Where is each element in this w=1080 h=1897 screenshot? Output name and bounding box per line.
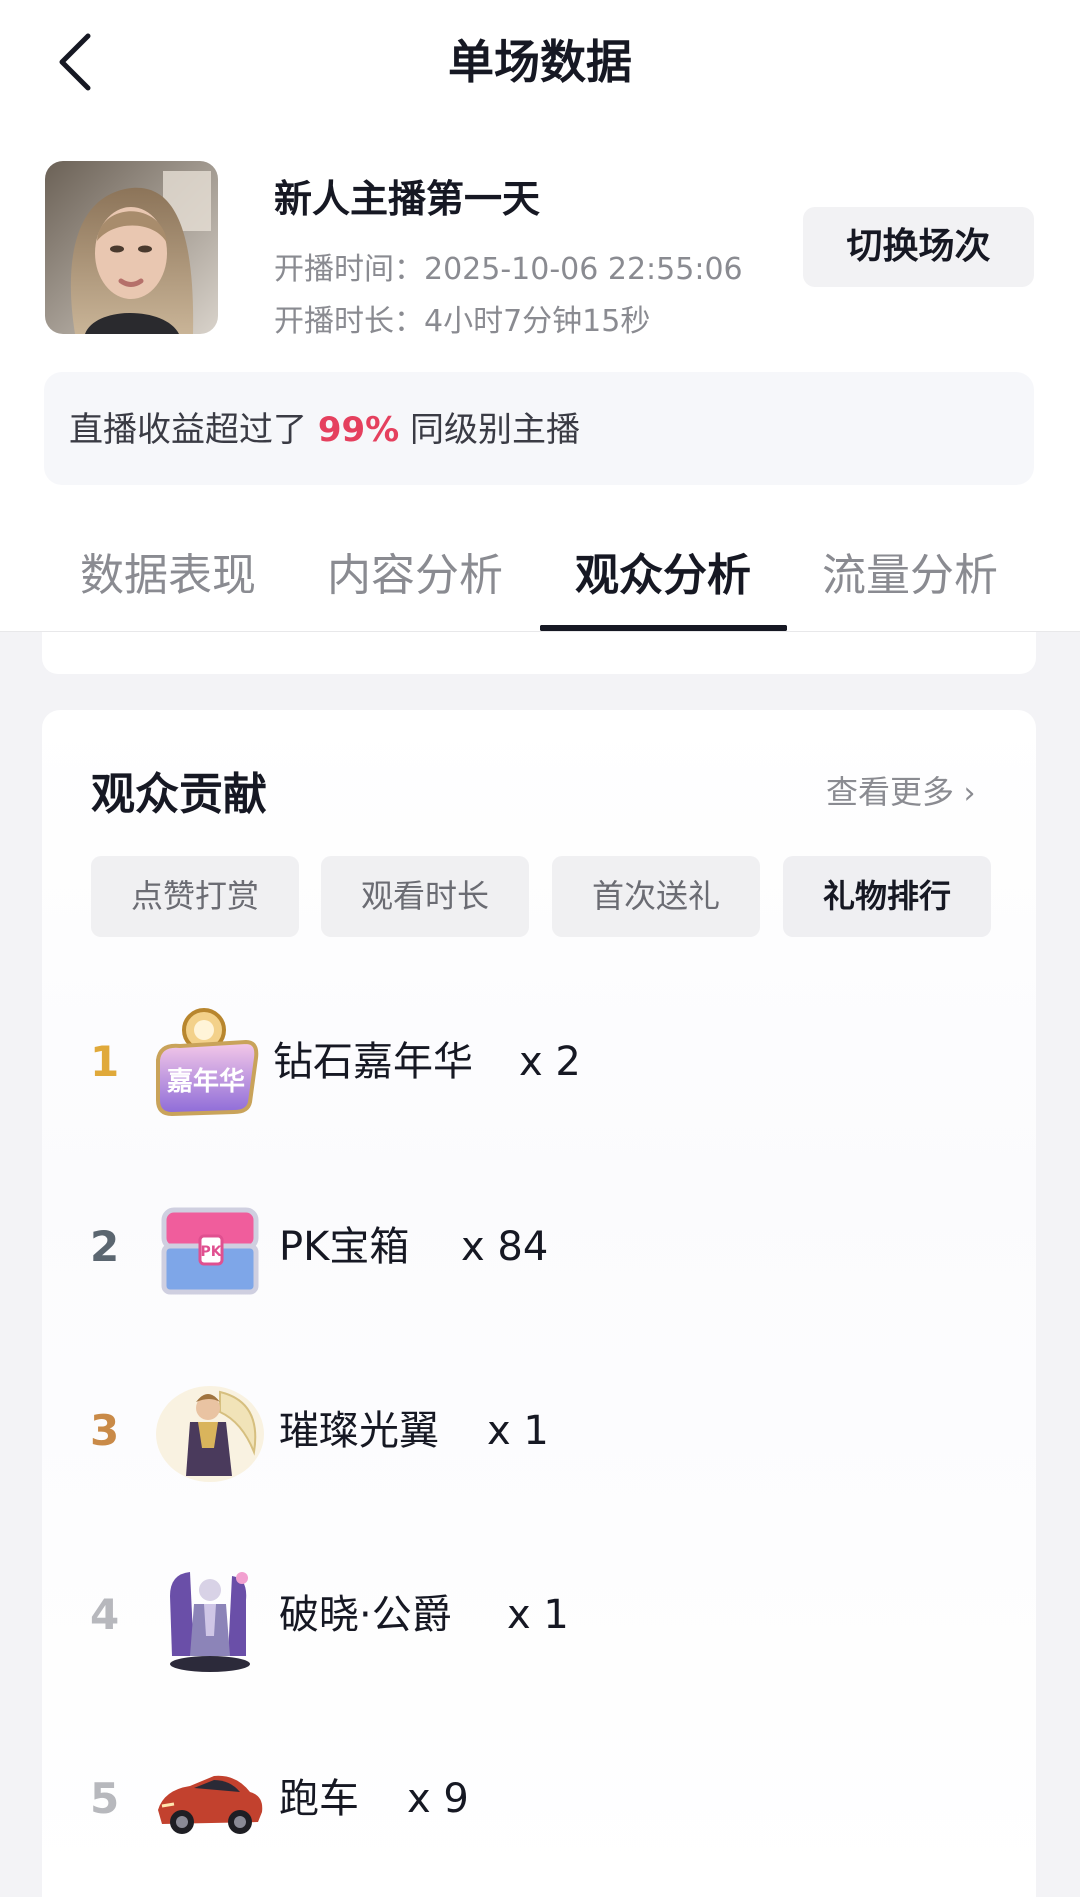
filter-chip-watch-time[interactable]: 观看时长 [321, 856, 529, 937]
tab-data-performance[interactable]: 数据表现 [68, 546, 268, 606]
filter-chip-first-gift[interactable]: 首次送礼 [552, 856, 760, 937]
view-more-link[interactable]: 查看更多 › [826, 767, 976, 813]
dawn-duke-gift-icon [150, 1556, 270, 1676]
filter-chip-gift-ranking[interactable]: 礼物排行 [783, 856, 991, 937]
page-title: 单场数据 [448, 35, 632, 89]
gift-count: x 1 [507, 1592, 569, 1638]
revenue-percent: 99% [317, 410, 400, 450]
stream-duration: 开播时长：4小时7分钟15秒 [274, 304, 651, 339]
gift-rank-5: 5 [90, 1774, 120, 1823]
tab-audience-analysis[interactable]: 观众分析 [563, 546, 763, 606]
filter-chip-likes-tips[interactable]: 点赞打赏 [91, 856, 299, 937]
chevron-right-icon: › [954, 776, 976, 811]
tab-content-analysis[interactable]: 内容分析 [315, 546, 515, 606]
svg-text:嘉年华: 嘉年华 [167, 1066, 245, 1097]
gift-name: 钻石嘉年华 [273, 1039, 473, 1085]
gift-rank-2: 2 [90, 1222, 120, 1271]
gift-name: 跑车 [279, 1776, 359, 1822]
gift-rank-1: 1 [90, 1037, 120, 1086]
svg-text:PK: PK [200, 1244, 222, 1260]
gift-name: 破晓·公爵 [279, 1592, 452, 1638]
gift-count: x 84 [461, 1224, 549, 1270]
stream-title: 新人主播第一天 [274, 177, 541, 221]
tab-traffic-analysis[interactable]: 流量分析 [810, 546, 1010, 606]
diamond-carnival-gift-icon: 嘉年华 [150, 1002, 270, 1122]
active-tab-indicator-overlay [540, 625, 787, 631]
gift-name: 璀璨光翼 [279, 1408, 439, 1454]
avatar [45, 161, 218, 334]
sports-car-gift-icon [150, 1740, 270, 1860]
stream-start-time: 开播时间：2025-10-06 22:55:06 [274, 252, 743, 287]
gift-count: x 1 [487, 1408, 549, 1454]
card-title: 观众贡献 [91, 769, 267, 820]
gift-count: x 2 [519, 1039, 581, 1085]
gift-count: x 9 [407, 1776, 469, 1822]
gift-rank-3: 3 [90, 1406, 120, 1455]
switch-session-button[interactable]: 切换场次 [803, 207, 1034, 287]
shining-wings-gift-icon [150, 1372, 270, 1492]
gift-rank-4: 4 [90, 1590, 120, 1639]
revenue-banner-text: 直播收益超过了 99% 同级别主播 [69, 410, 581, 450]
previous-card-bottom [42, 632, 1036, 674]
pk-treasure-chest-gift-icon: PK [150, 1188, 270, 1308]
gift-name: PK宝箱 [279, 1224, 410, 1270]
